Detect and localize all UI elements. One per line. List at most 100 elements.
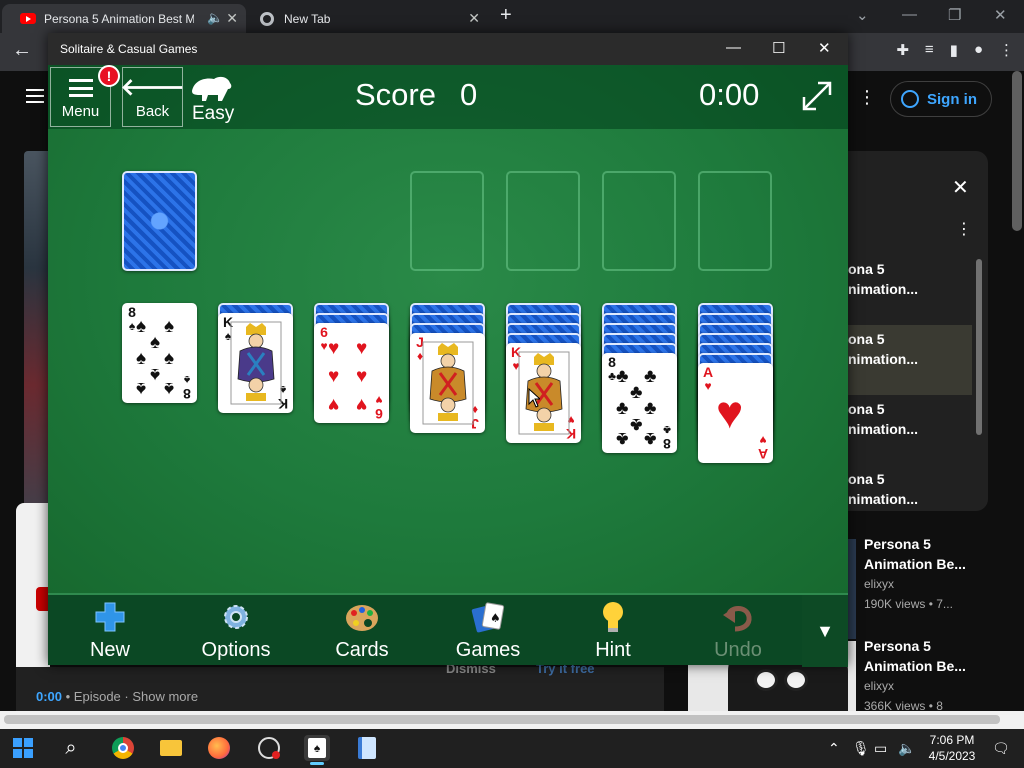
- minimize-icon[interactable]: —: [902, 6, 917, 23]
- difficulty-label: Easy: [192, 103, 235, 124]
- sign-in-button[interactable]: Sign in: [890, 81, 992, 117]
- back-arrow-icon: 🡐: [120, 74, 185, 101]
- hamburger-icon: [68, 79, 93, 97]
- alert-icon: !: [98, 65, 120, 87]
- more-vert-icon[interactable]: ⋮: [858, 87, 876, 108]
- more-menu-icon[interactable]: ⋮: [999, 41, 1014, 59]
- foundation-slot[interactable]: [506, 171, 580, 271]
- playing-card[interactable]: A ♥ A ♥ ♥: [698, 363, 773, 463]
- page-vertical-scrollbar[interactable]: [1012, 71, 1022, 231]
- playlist-item-title: ona 5: [848, 471, 885, 487]
- games-label: Games: [455, 639, 521, 661]
- minimize-icon[interactable]: —: [726, 39, 741, 56]
- tab-new-tab[interactable]: New Tab ✕: [246, 4, 488, 33]
- new-tab-button[interactable]: +: [500, 4, 512, 27]
- new-game-button[interactable]: New: [60, 601, 160, 665]
- solitaire-taskbar-icon[interactable]: ♠: [304, 735, 330, 765]
- playing-card[interactable]: K ♠ K ♠: [218, 313, 293, 413]
- foundation-slot[interactable]: [602, 171, 676, 271]
- horizontal-scrollbar[interactable]: [4, 715, 1000, 724]
- games-button[interactable]: ♠ Games: [438, 601, 538, 665]
- recommendation-item[interactable]: Persona 5 Animation Be... elixyx 366K vi…: [864, 636, 966, 716]
- network-icon[interactable]: ▭: [874, 740, 887, 757]
- card-rank: 8 ♠: [181, 373, 193, 402]
- recommendation-title: Animation Be...: [864, 658, 966, 674]
- card-rank: A ♥: [757, 433, 769, 462]
- close-tab-icon[interactable]: ✕: [226, 10, 238, 27]
- hint-button[interactable]: Hint: [563, 601, 663, 665]
- more-vert-icon[interactable]: ⋮: [956, 219, 972, 239]
- playlist-item-title: nimation...: [848, 351, 918, 367]
- hamburger-icon[interactable]: [26, 89, 44, 103]
- foundation-slot[interactable]: [698, 171, 772, 271]
- clock-app-icon: [258, 737, 280, 759]
- undo-button[interactable]: Undo: [688, 601, 788, 665]
- chevron-down-icon[interactable]: ▼: [802, 595, 848, 667]
- card-suit-icon: ♥: [375, 393, 383, 407]
- playlist-item[interactable]: ona 5 nimation...: [848, 255, 972, 325]
- back-arrow-icon[interactable]: ←: [12, 39, 32, 62]
- view-count: 190K views • 7...: [864, 597, 953, 611]
- playlist-item-title: nimation...: [848, 421, 918, 437]
- card-pip-icon: ♣: [616, 366, 629, 387]
- playlist-scrollbar[interactable]: [976, 259, 982, 435]
- hint-label: Hint: [595, 639, 631, 661]
- recommendation-item[interactable]: Persona 5 Animation Be... elixyx 190K vi…: [864, 534, 966, 614]
- search-icon[interactable]: ⌕: [58, 735, 84, 761]
- playing-card[interactable]: J ♦ J ♦: [410, 333, 485, 433]
- tab-youtube[interactable]: Persona 5 Animation Best M 🔈 ✕: [2, 4, 246, 33]
- back-button[interactable]: 🡐 Back: [120, 67, 185, 127]
- playing-card[interactable]: 6 ♥ 6 ♥ ♥ ♥ ♥ ♥ ♥ ♥: [314, 323, 389, 423]
- file-explorer-icon[interactable]: [158, 735, 184, 761]
- face-card-figure: [230, 321, 282, 405]
- media-icon[interactable]: ≡: [925, 41, 934, 59]
- clock-date: 4/5/2023: [928, 749, 976, 763]
- chrome-taskbar-icon[interactable]: [110, 735, 136, 761]
- playlist-panel: ✕ ⋮ ona 5 nimation... ona 5 nimation... on…: [848, 151, 988, 511]
- card-pip-icon: ♠: [136, 378, 147, 399]
- card-pip-icon: ♠: [164, 378, 175, 399]
- options-button[interactable]: Options: [186, 601, 286, 665]
- sign-in-label: Sign in: [927, 90, 977, 108]
- microphone-icon[interactable]: 🎙: [852, 740, 870, 757]
- episode-text[interactable]: • Episode · Show more: [62, 689, 198, 704]
- playing-card[interactable]: 8 ♠ 8 ♠ ♠ ♠ ♠ ♠ ♠ ♠ ♠ ♠: [122, 303, 197, 403]
- solitaire-window: Solitaire & Casual Games — ☐ ✕ Menu ! 🡐 …: [48, 33, 848, 667]
- close-window-icon[interactable]: ✕: [818, 39, 831, 57]
- ace-pip-icon: ♥: [716, 386, 744, 438]
- firefox-icon[interactable]: [206, 735, 232, 761]
- maximize-icon[interactable]: ☐: [772, 39, 785, 57]
- playlist-item[interactable]: ona 5 nimation...: [848, 395, 972, 465]
- spade-card-icon: ♠: [308, 738, 326, 758]
- playlist-item[interactable]: ona 5 nimation...: [848, 465, 972, 511]
- app-icon[interactable]: [256, 735, 282, 761]
- face-card-figure: [422, 341, 474, 425]
- playing-card[interactable]: K ♥ K ♥: [506, 343, 581, 443]
- tab-search-icon[interactable]: ⌄: [856, 6, 869, 24]
- speaker-icon[interactable]: 🔈: [898, 740, 915, 757]
- foundation-slot[interactable]: [410, 171, 484, 271]
- playlist-item[interactable]: ona 5 nimation...: [848, 325, 972, 395]
- episode-time: 0:00: [36, 689, 63, 704]
- cards-button[interactable]: Cards: [312, 601, 412, 665]
- window-title: Solitaire & Casual Games: [60, 42, 198, 56]
- close-icon[interactable]: ✕: [952, 175, 969, 200]
- puzzle-icon[interactable]: ✚: [896, 41, 909, 59]
- start-button[interactable]: [10, 735, 36, 761]
- restore-icon[interactable]: ❐: [948, 6, 961, 24]
- close-tab-icon[interactable]: ✕: [468, 10, 480, 27]
- system-clock[interactable]: 7:06 PM 4/5/2023: [922, 732, 982, 764]
- playing-card[interactable]: 8 ♣ 8 ♣ ♣ ♣ ♣ ♣ ♣ ♣ ♣ ♣: [602, 353, 677, 453]
- stock-pile[interactable]: [122, 171, 197, 271]
- profile-icon[interactable]: ●: [974, 41, 983, 59]
- side-panel-icon[interactable]: ▮: [950, 41, 958, 59]
- playlist-item-title: ona 5: [848, 331, 885, 347]
- card-pip-icon: ♥: [328, 394, 340, 415]
- notepad-icon[interactable]: [354, 735, 380, 761]
- speaker-icon[interactable]: 🔈: [207, 10, 223, 26]
- fullscreen-icon[interactable]: [800, 79, 834, 113]
- close-window-icon[interactable]: ✕: [994, 6, 1007, 24]
- notifications-icon[interactable]: 🗨: [992, 740, 1010, 757]
- video-player[interactable]: [24, 151, 50, 541]
- chevron-up-icon[interactable]: ⌃: [828, 740, 840, 757]
